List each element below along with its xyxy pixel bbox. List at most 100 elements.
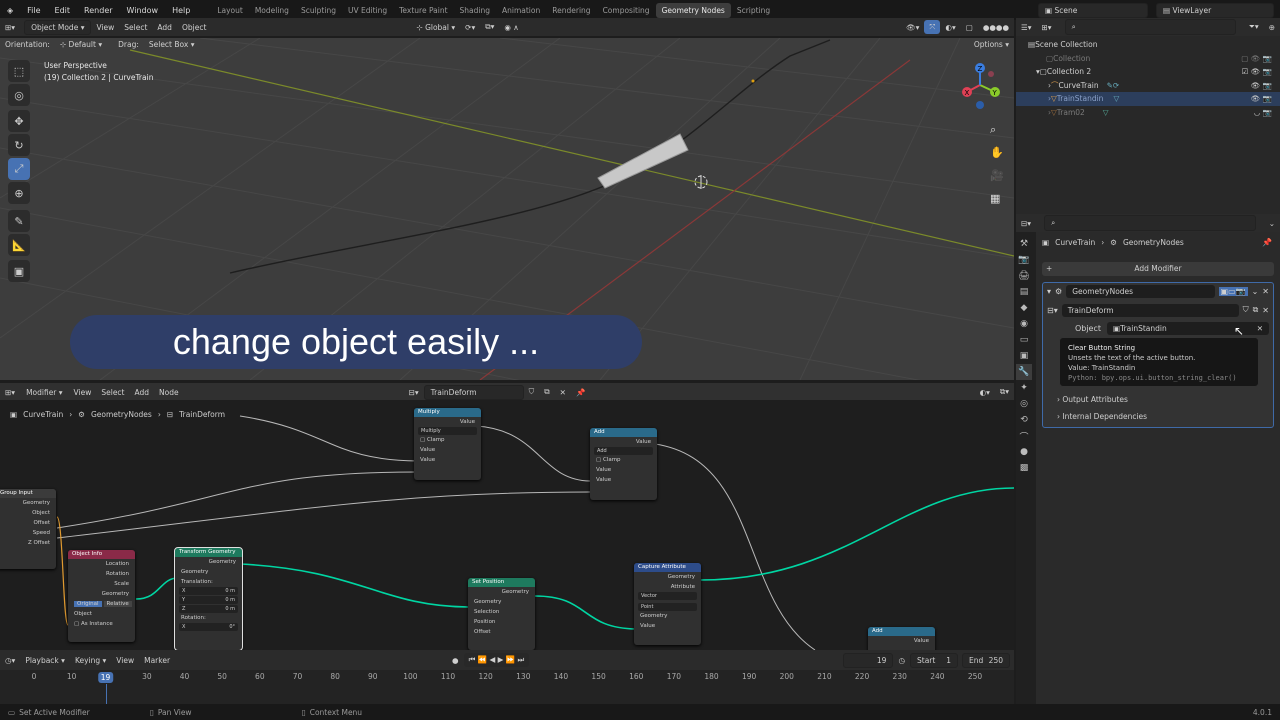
- timeline-editor-icon[interactable]: ◷▾: [0, 654, 20, 667]
- zoom-icon[interactable]: ⌕: [990, 118, 1004, 141]
- new-collection-icon[interactable]: ⊕: [1264, 21, 1280, 34]
- math-operation-dropdown[interactable]: Multiply: [418, 427, 477, 435]
- node-editor-type-icon[interactable]: ⊞▾: [0, 386, 20, 399]
- proportional-icon[interactable]: ◉ ∧: [499, 21, 523, 34]
- domain-dropdown[interactable]: Point: [638, 603, 697, 611]
- modifier-tab-icon[interactable]: 🔧: [1016, 364, 1032, 380]
- node-menu-add[interactable]: Add: [130, 386, 155, 399]
- texture-tab-icon[interactable]: ▩: [1016, 460, 1032, 476]
- render-tab-icon[interactable]: 📷: [1016, 252, 1032, 268]
- add-cube-tool-icon[interactable]: ▣: [8, 260, 30, 282]
- outliner-item-collection-2[interactable]: ▾ ▢ Collection 2 ☑ 👁 📷: [1016, 65, 1280, 79]
- outliner-scene-collection[interactable]: ▤ Scene Collection: [1016, 38, 1280, 52]
- menu-help[interactable]: Help: [165, 6, 197, 15]
- tab-texture-paint[interactable]: Texture Paint: [393, 3, 453, 18]
- viewport-menu-add[interactable]: Add: [152, 21, 177, 34]
- original-toggle[interactable]: Original: [74, 601, 102, 607]
- node-capture-attribute[interactable]: Capture Attribute Geometry Attribute Vec…: [634, 563, 701, 645]
- viewport-menu-view[interactable]: View: [91, 21, 119, 34]
- outliner-item-tram02[interactable]: › ▽ Tram02 ▽ ◡ 📷: [1016, 106, 1280, 120]
- outliner-search-input[interactable]: ⌕: [1064, 19, 1236, 35]
- tab-layout[interactable]: Layout: [211, 3, 249, 18]
- node-math-add[interactable]: Add Value Add ▢ Clamp Value Value: [590, 428, 657, 500]
- chevron-down-icon[interactable]: ▾: [1047, 287, 1051, 296]
- tab-scripting[interactable]: Scripting: [731, 3, 776, 18]
- tab-geometry-nodes[interactable]: Geometry Nodes: [655, 2, 731, 18]
- navigation-gizmo[interactable]: Y X Z: [955, 60, 1005, 110]
- unlink-icon[interactable]: ✕: [555, 386, 571, 399]
- node-set-position[interactable]: Set Position Geometry Geometry Selection…: [468, 578, 535, 650]
- node-tree-selector[interactable]: TrainDeform: [423, 384, 524, 400]
- properties-options-icon[interactable]: ⌄: [1264, 217, 1280, 230]
- current-frame-field[interactable]: 19: [843, 652, 894, 668]
- outliner-item-curvetrain[interactable]: › ⌒ CurveTrain ✎⟳ 👁 📷: [1016, 79, 1280, 93]
- tab-sculpting[interactable]: Sculpting: [295, 3, 342, 18]
- preview-range-icon[interactable]: ◷: [893, 654, 910, 667]
- timeline-menu-keying[interactable]: Keying ▾: [70, 654, 111, 667]
- translation-x-field[interactable]: X0 m: [179, 587, 238, 595]
- close-icon[interactable]: ✕: [1262, 287, 1269, 296]
- scene-tab-icon[interactable]: ◆: [1016, 300, 1032, 316]
- pivot-icon[interactable]: ⟳▾: [460, 21, 480, 34]
- snap-icon[interactable]: ⧉▾: [480, 20, 499, 34]
- annotate-tool-icon[interactable]: ✎: [8, 210, 30, 232]
- checkbox-icon[interactable]: ▢: [596, 457, 603, 463]
- modifier-name-field[interactable]: GeometryNodes: [1066, 284, 1215, 298]
- playhead[interactable]: [105, 684, 107, 704]
- unlink-icon[interactable]: ✕: [1262, 306, 1269, 315]
- node-menu-select[interactable]: Select: [96, 386, 129, 399]
- move-tool-icon[interactable]: ✥: [8, 110, 30, 132]
- node-group-field[interactable]: TrainDeform: [1061, 303, 1239, 317]
- transform-tool-icon[interactable]: ⊕: [8, 182, 30, 204]
- camera-icon[interactable]: 🎥: [990, 164, 1004, 187]
- node-math-multiply[interactable]: Multiply Value Multiply ▢ Clamp Value Va…: [414, 408, 481, 480]
- properties-editor-icon[interactable]: ⊟▾: [1016, 217, 1036, 230]
- visibility-icon[interactable]: 👁▾: [901, 21, 924, 34]
- breadcrumb-modifier[interactable]: GeometryNodes: [91, 410, 152, 419]
- timeline-menu-view[interactable]: View: [111, 654, 139, 667]
- node-snap-icon[interactable]: ⧉▾: [995, 385, 1014, 399]
- menu-window[interactable]: Window: [120, 6, 166, 15]
- data-type-dropdown[interactable]: Vector: [638, 592, 697, 600]
- xray-icon[interactable]: ▢: [961, 21, 978, 34]
- fake-user-icon[interactable]: ⛉: [524, 385, 540, 399]
- orientation-dropdown[interactable]: ⊹ Default ▾: [55, 38, 107, 51]
- translation-y-field[interactable]: Y0 m: [179, 596, 238, 604]
- outliner-editor-icon[interactable]: ☰▾: [1016, 21, 1037, 34]
- node-overlay-icon[interactable]: ◐▾: [975, 386, 995, 399]
- gizmo-toggle-icon[interactable]: ⤧: [924, 20, 941, 34]
- math-operation-dropdown[interactable]: Add: [594, 447, 653, 455]
- scale-tool-icon[interactable]: ⤢: [8, 158, 30, 180]
- tab-animation[interactable]: Animation: [496, 3, 546, 18]
- tab-compositing[interactable]: Compositing: [597, 3, 656, 18]
- node-menu-node[interactable]: Node: [154, 386, 184, 399]
- tab-rendering[interactable]: Rendering: [546, 3, 596, 18]
- relative-toggle[interactable]: Relative: [103, 601, 132, 607]
- record-icon[interactable]: ●: [447, 654, 464, 667]
- visibility-icons[interactable]: 👁 📷: [1251, 94, 1272, 103]
- breadcrumb-tree[interactable]: TrainDeform: [179, 410, 225, 419]
- viewport-menu-object[interactable]: Object: [177, 21, 211, 34]
- checkbox-icon[interactable]: ▢: [74, 621, 81, 627]
- pan-hand-icon[interactable]: ✋: [990, 141, 1004, 164]
- pin-icon[interactable]: 📌: [1262, 238, 1272, 247]
- outliner-filter-mode-icon[interactable]: ⊞▾: [1037, 21, 1057, 34]
- visibility-icons[interactable]: 👁 📷: [1251, 81, 1272, 90]
- grid-view-icon[interactable]: ▦: [990, 187, 1004, 210]
- panel-internal-dependencies[interactable]: › Internal Dependencies: [1057, 412, 1147, 421]
- options-dropdown[interactable]: Options ▾: [969, 38, 1014, 51]
- node-group-input[interactable]: Group Input Geometry Object Offset Speed…: [0, 489, 56, 569]
- node-transform-geometry[interactable]: Transform Geometry Geometry Geometry Tra…: [174, 547, 243, 650]
- rotate-tool-icon[interactable]: ↻: [8, 134, 30, 156]
- properties-search-input[interactable]: ⌕: [1044, 215, 1256, 231]
- tab-shading[interactable]: Shading: [454, 3, 496, 18]
- scene-selector[interactable]: ▣ Scene: [1038, 2, 1148, 18]
- end-frame-field[interactable]: End 250: [962, 652, 1010, 668]
- view-layer-selector[interactable]: ▤ ViewLayer: [1156, 2, 1274, 18]
- fake-user-icon[interactable]: ⛉: [1243, 305, 1249, 315]
- breadcrumb-object[interactable]: CurveTrain: [23, 410, 63, 419]
- select-tool-icon[interactable]: ⬚: [8, 60, 30, 82]
- panel-output-attributes[interactable]: › Output Attributes: [1057, 395, 1128, 404]
- output-tab-icon[interactable]: 🖨: [1016, 268, 1032, 284]
- duplicate-icon[interactable]: ⧉: [1253, 305, 1259, 315]
